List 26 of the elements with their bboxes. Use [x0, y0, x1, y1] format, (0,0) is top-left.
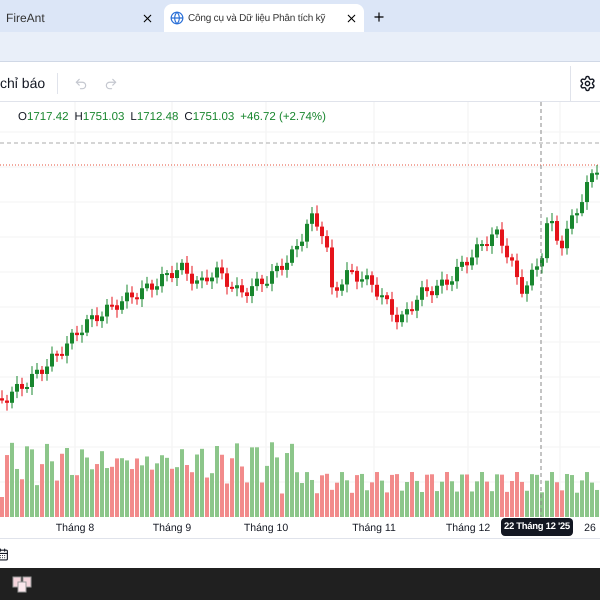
axis-label: Tháng 9 [152, 521, 192, 536]
legend-value: 1712.48 [136, 110, 178, 125]
axis-label: Tháng 8 [56, 521, 94, 536]
legend-value: 1751.03 [192, 110, 234, 125]
legend-value: 1717.42 [26, 110, 69, 125]
new-tab-icon[interactable] [372, 10, 386, 24]
legend-value: 1751.03 [82, 110, 124, 125]
indicators-button[interactable]: chỉ báo [0, 73, 58, 94]
legend-key: H [74, 109, 83, 126]
legend-change: +46.72 (+2.74%) [240, 110, 326, 125]
axis-label: Tháng 12 [446, 521, 490, 536]
cards-icon[interactable] [12, 575, 32, 593]
browser-tab[interactable]: Công cụ và Dữ liệu Phân tích kỹ [164, 4, 364, 32]
close-icon[interactable] [345, 12, 358, 24]
legend-key: O [18, 109, 27, 126]
close-icon[interactable] [141, 12, 154, 24]
legend-key: L [130, 109, 137, 126]
crosshair-label: 22 Tháng 12 '25 [501, 518, 573, 536]
legend-key: C [184, 109, 193, 126]
settings-icon[interactable] [579, 75, 596, 92]
axis-label: Tháng 11 [352, 521, 396, 536]
tab-title: Công cụ và Dữ liệu Phân tích kỹ [188, 12, 326, 26]
globe-icon [170, 11, 184, 25]
axis-label: Tháng 10 [244, 521, 288, 536]
tab-title: FireAnt [6, 10, 46, 27]
axis-label: 26 [584, 521, 596, 536]
